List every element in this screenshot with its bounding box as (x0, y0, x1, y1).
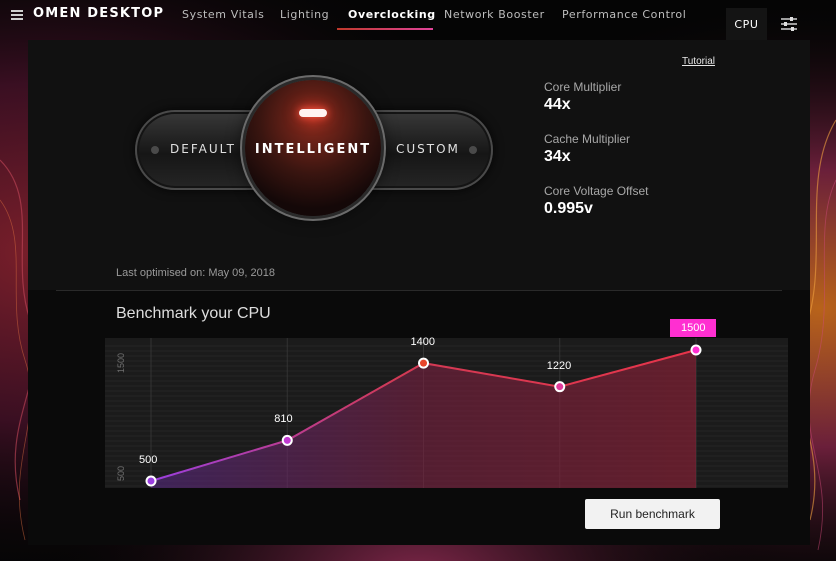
chart-point (420, 359, 427, 367)
core-voltage-offset-value: 0.995v (544, 200, 593, 217)
y-tick-label: 500 (116, 465, 126, 481)
last-optimised-text: Last optimised on: May 09, 2018 (116, 267, 275, 279)
overclocking-panel: Tutorial DEFAULT CUSTOM INTELLIGENT Core… (28, 40, 810, 545)
settings-button[interactable] (768, 8, 809, 40)
benchmark-chart-svg (105, 338, 788, 488)
chart-point (556, 383, 564, 391)
y-tick-label: 1500 (116, 352, 126, 373)
core-multiplier-label: Core Multiplier (544, 80, 622, 94)
tab-network-booster[interactable]: Network Booster (444, 8, 545, 21)
chart-data-label: 500 (139, 454, 158, 466)
benchmark-title: Benchmark your CPU (116, 305, 271, 322)
chart-point (692, 346, 700, 354)
chart-point (147, 477, 155, 485)
chart-data-label: 810 (274, 413, 293, 426)
core-multiplier-value: 44x (544, 96, 571, 113)
benchmark-chart: 1500 500 (105, 338, 788, 488)
tab-system-vitals[interactable]: System Vitals (182, 8, 265, 21)
chart-data-label: 1220 (546, 359, 572, 372)
menu-icon[interactable] (11, 10, 23, 20)
cache-multiplier-value: 34x (544, 148, 571, 165)
mode-intelligent: INTELLIGENT (254, 142, 372, 157)
section-divider (56, 290, 782, 291)
mode-dot-default (151, 146, 159, 154)
tutorial-link[interactable]: Tutorial (682, 56, 715, 67)
sliders-icon (780, 17, 797, 31)
tab-overclocking[interactable]: Overclocking (348, 8, 436, 21)
active-tab-indicator (337, 28, 433, 30)
mode-default[interactable]: DEFAULT (170, 142, 236, 156)
chart-data-label: 1500 (670, 319, 717, 337)
cpu-button[interactable]: CPU (726, 8, 767, 40)
app-title: OMEN DESKTOP (33, 6, 165, 21)
core-voltage-offset-label: Core Voltage Offset (544, 184, 649, 198)
mode-custom[interactable]: CUSTOM (396, 142, 460, 156)
tab-performance-control[interactable]: Performance Control (562, 8, 686, 21)
run-benchmark-button[interactable]: Run benchmark (585, 499, 720, 529)
cache-multiplier-label: Cache Multiplier (544, 132, 631, 146)
knob-light-indicator (299, 109, 327, 117)
top-bar: OMEN DESKTOP System Vitals Lighting Over… (0, 0, 836, 40)
tab-lighting[interactable]: Lighting (280, 8, 329, 21)
mode-intelligent-knob[interactable]: INTELLIGENT (245, 80, 381, 216)
mode-dot-custom (469, 146, 477, 154)
chart-data-label: 1400 (410, 336, 435, 349)
chart-point (283, 436, 291, 444)
